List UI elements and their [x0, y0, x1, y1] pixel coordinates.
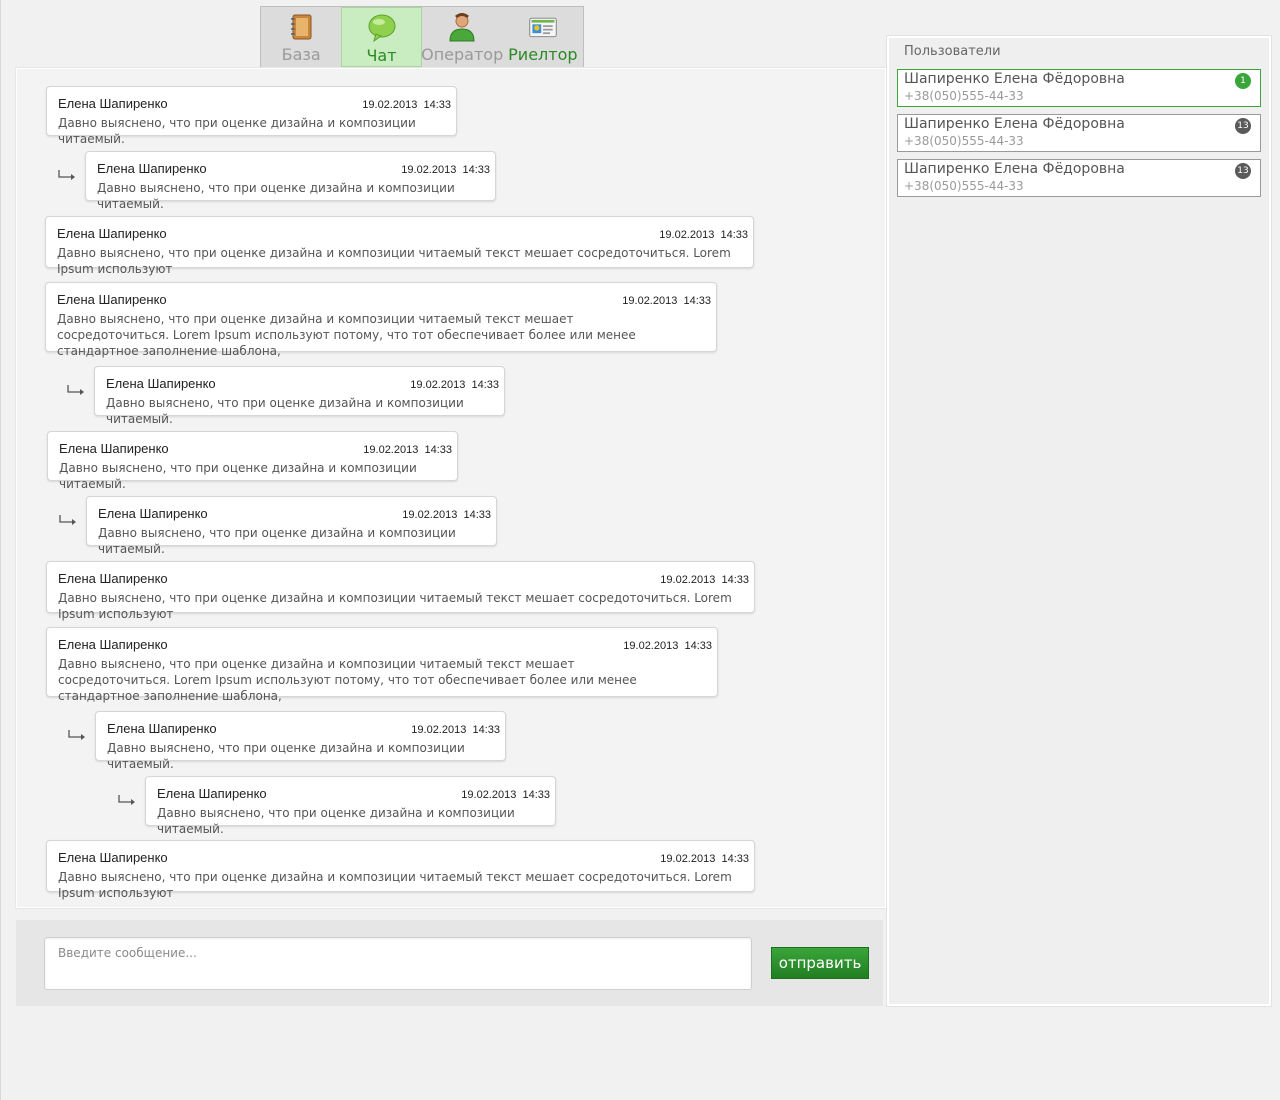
message-timestamp: 19.02.2013 14:33	[622, 295, 711, 307]
chat-message: Елена Шапиренко 19.02.2013 14:33 Давно вы…	[47, 431, 458, 491]
message-timestamp: 19.02.2013 14:33	[363, 444, 452, 456]
user-name: Шапиренко Елена Фёдоровна	[904, 161, 1125, 177]
message-text: Давно выяснено, что при оценке дизайна и…	[59, 461, 417, 491]
message-timestamp: 19.02.2013 14:33	[623, 640, 712, 652]
chat-message: Елена Шапиренко 19.02.2013 14:33 Давно вы…	[46, 86, 457, 146]
message-author: Елена Шапиренко	[98, 506, 208, 521]
chat-messages-panel[interactable]: Елена Шапиренко 19.02.2013 14:33 Давно вы…	[16, 68, 886, 908]
reply-arrow-icon	[118, 795, 135, 805]
message-timestamp: 19.02.2013 14:33	[402, 509, 491, 521]
message-author: Елена Шапиренко	[59, 441, 169, 456]
unread-count-badge: 13	[1235, 118, 1251, 134]
user-list-item[interactable]: Шапиренко Елена Фёдоровна +38(050)555-44…	[897, 114, 1261, 152]
top-tab-bar: База Чат Оператор Риелтор	[260, 6, 584, 68]
message-author: Елена Шапиренко	[58, 637, 168, 652]
chat-message: Елена Шапиренко 19.02.2013 14:33 Давно вы…	[46, 627, 718, 703]
message-author: Елена Шапиренко	[97, 161, 207, 176]
user-name: Шапиренко Елена Фёдоровна	[904, 71, 1125, 87]
message-text: Давно выяснено, что при оценке дизайна и…	[97, 181, 455, 211]
operator-person-icon	[449, 13, 475, 42]
message-text: Давно выяснено, что при оценке дизайна и…	[58, 870, 732, 900]
message-author: Елена Шапиренко	[58, 571, 168, 586]
reply-arrow-icon	[67, 385, 84, 395]
tab-realtor[interactable]: Риелтор	[503, 7, 583, 67]
reply-arrow-icon	[68, 730, 85, 740]
message-author: Елена Шапиренко	[58, 96, 168, 111]
chat-message-reply: Елена Шапиренко 19.02.2013 14:33 Давно вы…	[85, 151, 496, 211]
user-phone: +38(050)555-44-33	[904, 179, 1024, 193]
unread-count-badge: 1	[1235, 73, 1251, 89]
message-text: Давно выяснено, что при оценке дизайна и…	[58, 657, 637, 703]
tab-chat[interactable]: Чат	[341, 7, 422, 67]
message-timestamp: 19.02.2013 14:33	[461, 789, 550, 801]
message-timestamp: 19.02.2013 14:33	[660, 853, 749, 865]
message-timestamp: 19.02.2013 14:33	[362, 99, 451, 111]
unread-count-badge: 13	[1235, 163, 1251, 179]
send-button[interactable]: отправить	[771, 947, 869, 979]
message-text: Давно выяснено, что при оценке дизайна и…	[106, 396, 464, 426]
message-author: Елена Шапиренко	[157, 786, 267, 801]
chat-message-reply: Елена Шапиренко 19.02.2013 14:33 Давно вы…	[145, 776, 556, 836]
chat-message: Елена Шапиренко 19.02.2013 14:33 Давно вы…	[45, 216, 754, 276]
message-author: Елена Шапиренко	[58, 850, 168, 865]
message-author: Елена Шапиренко	[57, 292, 167, 307]
message-author: Елена Шапиренко	[57, 226, 167, 241]
reply-arrow-icon	[59, 515, 76, 525]
user-list-item[interactable]: Шапиренко Елена Фёдоровна +38(050)555-44…	[897, 159, 1261, 197]
user-phone: +38(050)555-44-33	[904, 134, 1024, 148]
message-timestamp: 19.02.2013 14:33	[410, 379, 499, 391]
message-author: Елена Шапиренко	[106, 376, 216, 391]
reply-arrow-icon	[58, 170, 75, 180]
chat-message: Елена Шапиренко 19.02.2013 14:33 Давно вы…	[45, 282, 717, 358]
tab-operator[interactable]: Оператор	[421, 7, 504, 67]
chat-message: Елена Шапиренко 19.02.2013 14:33 Давно вы…	[46, 561, 755, 621]
message-text: Давно выяснено, что при оценке дизайна и…	[157, 806, 515, 836]
user-list-item[interactable]: Шапиренко Елена Фёдоровна +38(050)555-44…	[897, 69, 1261, 107]
message-timestamp: 19.02.2013 14:33	[660, 574, 749, 586]
tab-base[interactable]: База	[261, 7, 341, 67]
tab-label: Риелтор	[508, 45, 578, 64]
notebook-icon	[291, 14, 312, 40]
users-title: Пользователи	[904, 44, 1001, 59]
message-text: Давно выяснено, что при оценке дизайна и…	[58, 591, 732, 621]
message-composer: отправить	[16, 920, 883, 1006]
user-name: Шапиренко Елена Фёдоровна	[904, 116, 1125, 132]
message-text: Давно выяснено, что при оценке дизайна и…	[58, 116, 416, 146]
message-text: Давно выяснено, что при оценке дизайна и…	[98, 526, 456, 556]
tab-label: База	[281, 45, 321, 64]
users-sidebar: Пользователи Шапиренко Елена Фёдоровна +…	[887, 36, 1271, 1006]
message-timestamp: 19.02.2013 14:33	[659, 229, 748, 241]
message-timestamp: 19.02.2013 14:33	[401, 164, 490, 176]
message-text: Давно выяснено, что при оценке дизайна и…	[57, 246, 731, 276]
chat-message: Елена Шапиренко 19.02.2013 14:33 Давно вы…	[46, 840, 755, 900]
speech-bubble-icon	[368, 14, 395, 43]
chat-message-reply: Елена Шапиренко 19.02.2013 14:33 Давно вы…	[95, 711, 506, 771]
message-input[interactable]	[44, 937, 752, 990]
chat-message-reply: Елена Шапиренко 19.02.2013 14:33 Давно вы…	[94, 366, 505, 426]
chat-message-reply: Елена Шапиренко 19.02.2013 14:33 Давно вы…	[86, 496, 497, 556]
message-timestamp: 19.02.2013 14:33	[411, 724, 500, 736]
tab-label: Оператор	[421, 45, 504, 64]
message-text: Давно выяснено, что при оценке дизайна и…	[57, 312, 636, 358]
contact-card-icon	[529, 17, 557, 38]
message-text: Давно выяснено, что при оценке дизайна и…	[107, 741, 465, 771]
tab-label: Чат	[366, 46, 397, 65]
message-author: Елена Шапиренко	[107, 721, 217, 736]
user-phone: +38(050)555-44-33	[904, 89, 1024, 103]
